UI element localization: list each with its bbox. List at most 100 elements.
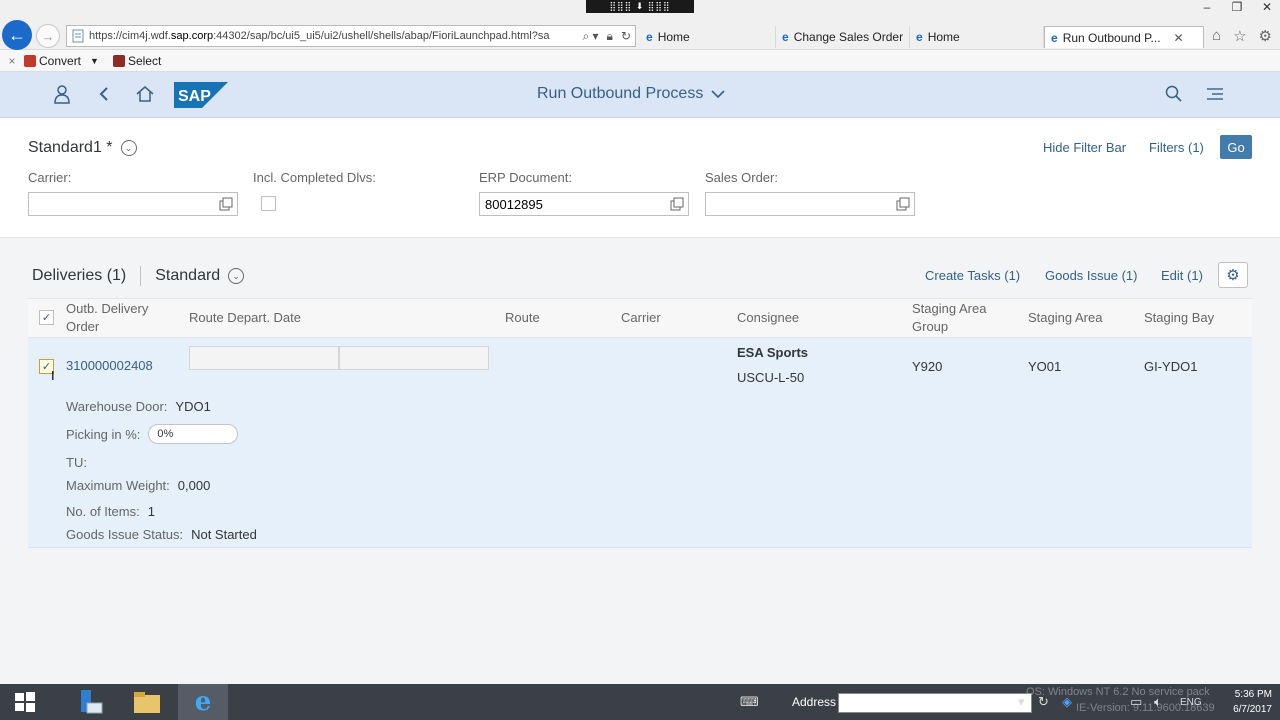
column-consignee[interactable]: Consignee (737, 309, 799, 327)
close-tab-icon[interactable]: ✕ (1174, 31, 1184, 45)
column-carrier[interactable]: Carrier (621, 309, 661, 327)
filters-link[interactable]: Filters (1) (1149, 140, 1204, 155)
column-staging-area[interactable]: Staging Area (1028, 309, 1102, 327)
sap-logo[interactable]: SAP (174, 82, 228, 108)
minimize-icon[interactable]: – (1200, 0, 1214, 14)
table-variant-selector[interactable]: Standard ⌄ (155, 267, 245, 285)
items-detail: No. of Items: 1 (66, 504, 155, 519)
value-help-icon[interactable] (670, 197, 684, 211)
menu-icon[interactable] (1206, 87, 1224, 101)
warehouse-door-detail: Warehouse Door: YDO1 (66, 399, 211, 414)
column-route[interactable]: Route (505, 309, 540, 327)
staging-bay-value: GI-YDO1 (1144, 359, 1198, 374)
browser-back-button[interactable]: ← (2, 20, 32, 50)
staging-area-value: YO01 (1028, 359, 1062, 374)
goods-issue-status-detail: Goods Issue Status: Not Started (66, 527, 257, 542)
refresh-icon[interactable]: ↻ (1038, 694, 1049, 710)
tab-change-sales-order[interactable]: e Change Sales Order (776, 26, 910, 48)
create-tasks-button[interactable]: Create Tasks (1) (925, 268, 1020, 283)
browser-forward-button[interactable]: → (36, 24, 60, 48)
restore-icon[interactable]: ❐ (1230, 0, 1244, 14)
app-title-menu[interactable]: Run Outbound Process (537, 85, 725, 103)
go-button[interactable]: Go (1220, 135, 1252, 159)
lock-icon[interactable]: 🔒︎ (603, 29, 617, 44)
incl-completed-label: Incl. Completed Dlvs: (253, 170, 376, 185)
pdf-icon (24, 54, 36, 67)
start-button[interactable] (0, 684, 50, 720)
column-staging-bay[interactable]: Staging Bay (1144, 309, 1214, 327)
system-clock[interactable]: 5:36 PM 6/7/2017 (1222, 687, 1272, 717)
recording-badge: ⣿⣿⣿ ⬇ ⣿⣿⣿ (586, 0, 694, 13)
hide-filter-bar-link[interactable]: Hide Filter Bar (1043, 140, 1126, 155)
ie-icon: e (1051, 30, 1058, 45)
windows-icon (15, 692, 35, 712)
table-settings-button[interactable]: ⚙ (1218, 262, 1248, 288)
picking-progress-indicator: 0% (148, 424, 239, 444)
chevron-down-icon: ⌄ (120, 140, 137, 156)
address-bar[interactable]: https://cim4j.wdf.sap.corp:44302/sap/bc/… (66, 25, 636, 47)
search-dropdown-icon[interactable]: ⌕ ▾ (578, 29, 602, 44)
select-icon (112, 54, 125, 67)
value-help-icon[interactable] (219, 197, 233, 211)
star-icon[interactable]: ☆ (1233, 27, 1246, 45)
folder-icon (134, 692, 160, 713)
tab-home-2[interactable]: e Home (910, 26, 1044, 48)
variant-selector[interactable]: Standard1 * ⌄ (28, 139, 137, 157)
column-outb-delivery-order[interactable]: Outb. Delivery Order (66, 300, 148, 336)
close-window-icon[interactable]: ✕ (1260, 0, 1274, 14)
network-icon[interactable]: ▭ (1130, 694, 1142, 710)
sales-order-label: Sales Order: (705, 170, 778, 185)
goods-issue-button[interactable]: Goods Issue (1) (1045, 268, 1138, 283)
value-help-icon[interactable] (896, 197, 910, 211)
convert-button[interactable]: Convert ▼ (24, 54, 99, 68)
user-icon[interactable] (54, 84, 70, 104)
url-text[interactable]: https://cim4j.wdf.sap.corp:44302/sap/bc/… (89, 30, 578, 42)
chevron-down-icon[interactable]: ▾ (1018, 694, 1025, 710)
close-icon[interactable]: × (0, 54, 24, 68)
taskbar-address-input[interactable] (838, 693, 1032, 713)
ie-icon: e (782, 30, 789, 44)
volume-icon[interactable]: 🔈︎ (1154, 694, 1162, 710)
gear-icon[interactable]: ⚙ (1259, 27, 1272, 45)
page-icon (72, 29, 84, 43)
select-all-checkbox[interactable]: ✓ (39, 310, 54, 325)
svg-text:SAP: SAP (178, 88, 211, 105)
search-icon[interactable] (1165, 85, 1183, 103)
column-staging-area-group[interactable]: Staging Area Group (912, 300, 986, 336)
chevron-down-icon: ▼ (90, 55, 99, 66)
home-icon[interactable] (136, 85, 154, 103)
language-indicator[interactable]: ENG (1180, 697, 1202, 708)
column-route-depart-date[interactable]: Route Depart. Date (189, 309, 301, 327)
arrow-left-icon: ← (8, 24, 26, 45)
delivery-order-link[interactable]: 310000002408 (66, 358, 153, 373)
taskbar-server-manager[interactable] (64, 684, 114, 720)
route-depart-date-field (189, 346, 339, 370)
erp-document-input[interactable]: 80012895 (479, 192, 689, 216)
taskbar-file-explorer[interactable] (122, 684, 172, 720)
refresh-icon[interactable]: ↻ (617, 29, 635, 43)
gear-icon: ⚙ (1226, 267, 1240, 284)
route-depart-time-field (339, 346, 489, 370)
home-icon[interactable]: ⌂ (1212, 27, 1221, 45)
mouse-cursor-icon: I (51, 368, 55, 383)
address-toolbar-label: Address (792, 695, 837, 709)
divider (140, 266, 142, 286)
window-controls: – ❐ ✕ (1200, 0, 1274, 14)
edit-button[interactable]: Edit (1) (1161, 268, 1203, 283)
select-button[interactable]: Select (112, 54, 161, 68)
back-icon[interactable] (98, 86, 110, 102)
taskbar-internet-explorer[interactable]: e (178, 684, 228, 720)
keyboard-icon[interactable]: ⌨ (740, 694, 759, 710)
carrier-input[interactable] (28, 192, 238, 216)
incl-completed-checkbox[interactable] (261, 196, 276, 211)
tab-run-outbound[interactable]: e Run Outbound P... ✕ (1044, 26, 1204, 48)
tu-detail: TU: (66, 455, 87, 470)
table-title: Deliveries (1) Standard ⌄ (32, 266, 245, 286)
security-icon[interactable]: ◈ (1062, 694, 1072, 710)
sales-order-input[interactable] (705, 192, 915, 216)
erp-document-label: ERP Document: (479, 170, 572, 185)
chevron-down-icon: ⌄ (228, 268, 245, 284)
staging-area-group-value: Y920 (912, 359, 943, 374)
carrier-label: Carrier: (28, 170, 72, 185)
tab-home-1[interactable]: e Home (640, 26, 776, 48)
